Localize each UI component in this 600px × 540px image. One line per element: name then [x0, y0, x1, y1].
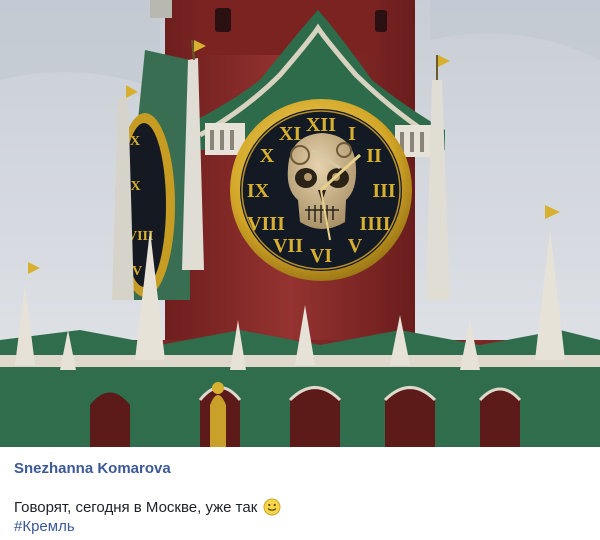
svg-text:XI: XI	[279, 123, 301, 145]
svg-text:I: I	[348, 123, 356, 145]
svg-text:IX: IX	[247, 180, 270, 202]
main-clock: XII I II III IIII V VI VII VIII IX X XI	[230, 99, 412, 281]
smiley-emoji-icon	[263, 498, 281, 516]
svg-text:VI: VI	[310, 245, 332, 267]
svg-text:V: V	[348, 235, 363, 257]
svg-text:X: X	[260, 145, 275, 167]
svg-text:III: III	[372, 180, 396, 202]
svg-text:X: X	[130, 134, 140, 149]
svg-text:VIII: VIII	[247, 213, 285, 235]
social-post: X IX VIII V XII I II III IIII V VI VII V…	[0, 0, 600, 540]
svg-text:VII: VII	[273, 235, 303, 257]
svg-text:II: II	[366, 145, 382, 167]
svg-text:XII: XII	[306, 114, 336, 136]
hashtag-link[interactable]: #Кремль	[14, 518, 75, 535]
svg-text:IIII: IIII	[359, 213, 390, 235]
post-text-content: Говорят, сегодня в Москве, уже так	[14, 498, 258, 516]
post-author-name[interactable]: Snezhanna Komarova	[14, 460, 171, 477]
post-text: Говорят, сегодня в Москве, уже так	[14, 498, 281, 516]
svg-text:V: V	[132, 264, 142, 279]
post-photo[interactable]: X IX VIII V XII I II III IIII V VI VII V…	[0, 0, 600, 447]
